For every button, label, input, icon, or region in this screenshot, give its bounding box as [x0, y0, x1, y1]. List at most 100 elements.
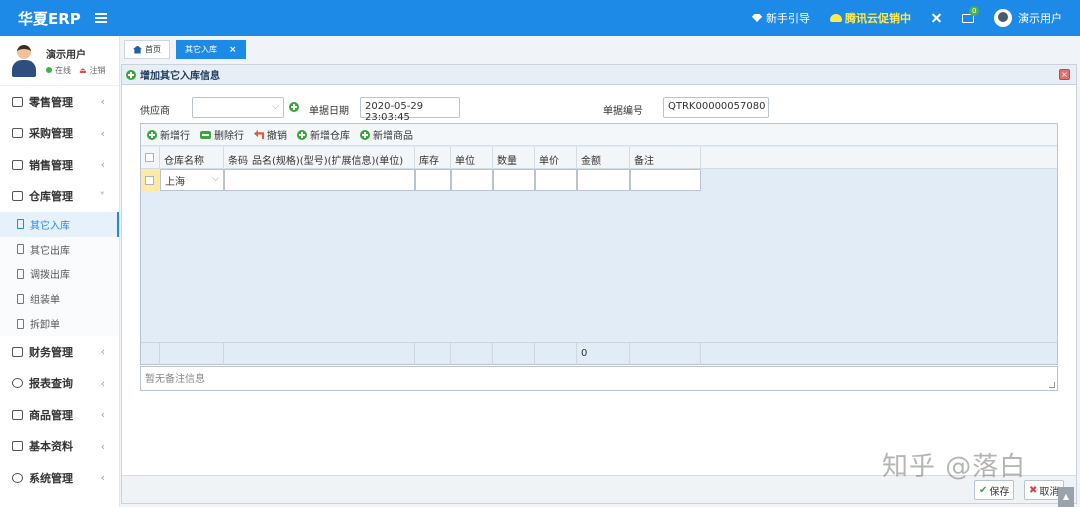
- add-row-button[interactable]: 新增行: [147, 127, 190, 142]
- sidebar-subitem-transfer[interactable]: 调拨出库: [0, 261, 119, 287]
- doc-icon: [17, 244, 24, 255]
- amount-input[interactable]: [577, 169, 630, 191]
- chevron-left-icon: ‹: [100, 126, 105, 140]
- sidebar-item-reports[interactable]: 报表查询 ‹: [0, 367, 119, 399]
- sidebar-item-sales[interactable]: 销售管理 ‹: [0, 149, 119, 181]
- tab-label: 其它入库: [185, 45, 217, 54]
- cancel-x-icon: ✖: [1029, 484, 1038, 496]
- row-checkbox[interactable]: [141, 169, 160, 191]
- promo-link[interactable]: 腾讯云促销中: [830, 10, 911, 26]
- sidebar-item-purchase[interactable]: 采购管理 ‹: [0, 118, 119, 150]
- sidebar-item-system[interactable]: 系统管理 ‹: [0, 462, 119, 494]
- status-online: 在线: [55, 65, 71, 75]
- avatar: [12, 44, 36, 77]
- sidebar-item-retail[interactable]: 零售管理 ‹: [0, 86, 119, 118]
- footer-amount-total: 0: [577, 343, 630, 365]
- save-label: 保存: [989, 486, 1010, 498]
- footer-cell: [535, 343, 577, 365]
- form-header-row: 供应商 ⌵ 单据日期 2020-05-29 23:03:45 单据编号 QTRK…: [122, 97, 1076, 123]
- sidebar-item-basic-data[interactable]: 基本资料 ‹: [0, 430, 119, 462]
- number-input[interactable]: QTRK00000057080: [663, 97, 769, 118]
- book-icon: [12, 346, 23, 357]
- add-circle-icon: [147, 129, 157, 140]
- remark-input[interactable]: [630, 169, 701, 191]
- quantity-input[interactable]: [493, 169, 535, 191]
- unit-input[interactable]: [451, 169, 493, 191]
- footer-cell: [141, 343, 160, 365]
- delete-row-label: 删除行: [214, 131, 244, 142]
- sidebar-subitem-label: 调拨出库: [30, 270, 70, 282]
- mail-button[interactable]: 0: [962, 5, 980, 23]
- panel-close-button[interactable]: ×: [1059, 69, 1070, 80]
- chevron-left-icon: ‹: [100, 158, 105, 172]
- tab-bar: 首页 其它入库 ×: [120, 36, 1080, 62]
- fullscreen-button[interactable]: [931, 13, 942, 24]
- menu-toggle-icon[interactable]: [94, 13, 107, 23]
- undo-button[interactable]: 撤销: [254, 127, 287, 142]
- supplier-select[interactable]: ⌵: [192, 97, 284, 118]
- monitor-icon: [12, 128, 23, 139]
- tab-other-inbound[interactable]: 其它入库 ×: [176, 40, 246, 59]
- footer-cell: [224, 343, 415, 365]
- panel-header: 增加其它入库信息: [122, 65, 1076, 85]
- warehouse-select[interactable]: 上海 ⌵: [160, 169, 224, 191]
- col-product-name: 品名(规格)(型号)(扩展信息)(单位): [248, 147, 415, 169]
- stack-icon: [12, 409, 23, 420]
- remark-textarea[interactable]: 暂无备注信息: [140, 366, 1058, 391]
- top-right-tools: 新手引导 腾讯云促销中 0 演示用户: [732, 0, 1080, 36]
- sidebar-subitem-assembly[interactable]: 组装单: [0, 286, 119, 312]
- sidebar-subitem-label: 其它入库: [30, 220, 70, 232]
- sidebar-item-products[interactable]: 商品管理 ‹: [0, 399, 119, 431]
- add-product-button[interactable]: 新增商品: [360, 127, 413, 142]
- add-warehouse-label: 新增仓库: [310, 131, 350, 142]
- col-remark: 备注: [630, 147, 701, 169]
- footer-cell: [493, 343, 535, 365]
- mail-badge: 0: [969, 5, 980, 16]
- col-unit: 单位: [451, 147, 493, 169]
- brand-name: 华夏ERP: [18, 9, 81, 28]
- sidebar-item-finance[interactable]: 财务管理 ‹: [0, 336, 119, 368]
- grid-icon: [12, 441, 23, 452]
- date-input[interactable]: 2020-05-29 23:03:45: [360, 97, 460, 123]
- guide-link[interactable]: 新手引导: [752, 10, 810, 26]
- product-input[interactable]: [224, 169, 415, 191]
- logout-link[interactable]: 注销: [90, 65, 106, 76]
- sidebar-subitem-other-outbound[interactable]: 其它出库: [0, 236, 119, 262]
- online-dot-icon: [46, 67, 52, 73]
- close-icon[interactable]: ×: [229, 45, 237, 55]
- doc-icon: [17, 268, 24, 279]
- delete-row-button[interactable]: 删除行: [200, 127, 244, 142]
- chevron-left-icon: ‹: [100, 345, 105, 359]
- save-button[interactable]: ✔ 保存: [974, 480, 1015, 500]
- tab-home[interactable]: 首页: [124, 40, 170, 59]
- user-panel: 演示用户 在线 ⏏ 注销: [0, 36, 119, 86]
- user-avatar-icon: [994, 9, 1012, 27]
- sidebar-item-label: 零售管理: [29, 95, 73, 109]
- chevron-left-icon: ‹: [100, 376, 105, 390]
- stock-input[interactable]: [415, 169, 451, 191]
- sidebar-item-label: 商品管理: [29, 408, 73, 422]
- add-supplier-icon[interactable]: [289, 102, 299, 112]
- sidebar: 演示用户 在线 ⏏ 注销 零售管理 ‹ 采购管理 ‹ 销售管理 ‹ 仓库管理 ˅…: [0, 36, 120, 507]
- scroll-top-button[interactable]: ▲: [1058, 487, 1074, 507]
- col-price: 单价: [535, 147, 577, 169]
- sidebar-subitem-disassembly[interactable]: 拆卸单: [0, 311, 119, 336]
- resize-handle-icon[interactable]: [1049, 382, 1055, 388]
- brand: 华夏ERP: [0, 8, 120, 29]
- sidebar-item-warehouse[interactable]: 仓库管理 ˅: [0, 180, 119, 212]
- cloud-icon: [830, 14, 842, 22]
- add-circle-icon: [360, 129, 370, 140]
- user-menu[interactable]: 演示用户: [994, 9, 1062, 27]
- watermark: 知乎 @落白: [882, 452, 1027, 482]
- logout-icon: ⏏: [79, 65, 87, 75]
- footer-cell: [415, 343, 451, 365]
- select-all-checkbox[interactable]: [141, 147, 160, 169]
- pie-chart-icon: [12, 378, 23, 389]
- sidebar-subitem-other-inbound[interactable]: 其它入库: [0, 212, 119, 237]
- price-input[interactable]: [535, 169, 577, 191]
- form-panel: 增加其它入库信息 × 供应商 ⌵ 单据日期 2020-05-29 23:03:4…: [121, 64, 1077, 504]
- chevron-left-icon: ‹: [100, 471, 105, 485]
- col-amount: 金额: [577, 147, 630, 169]
- table-row: 上海 ⌵: [141, 169, 1057, 191]
- add-warehouse-button[interactable]: 新增仓库: [297, 127, 350, 142]
